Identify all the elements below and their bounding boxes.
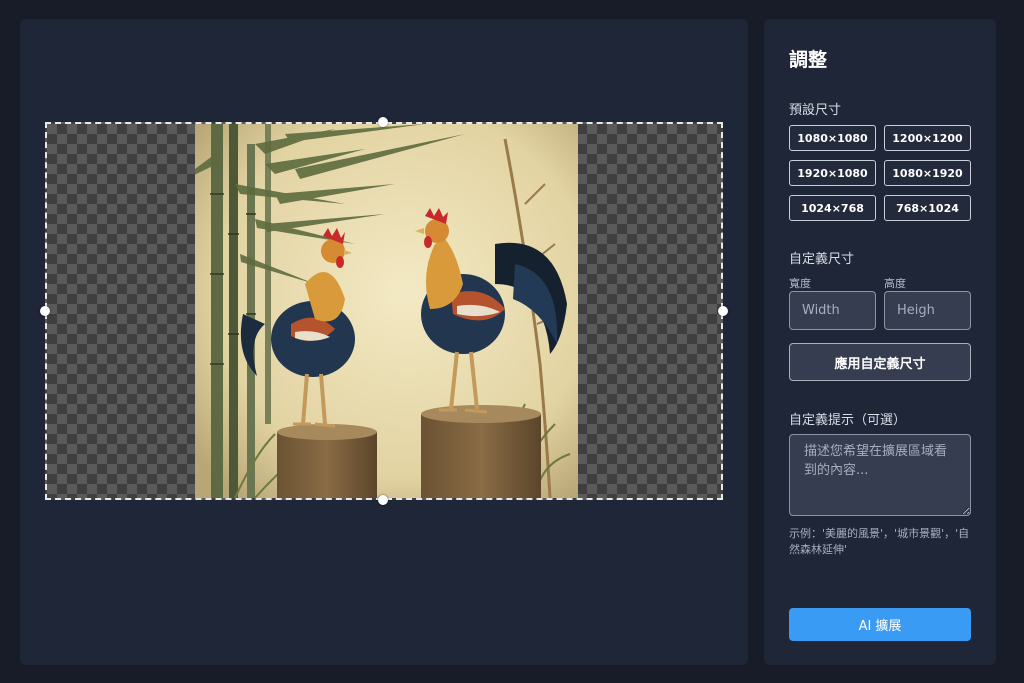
preset-size-label: 預設尺寸: [789, 103, 842, 118]
resize-handle-left[interactable]: [40, 306, 50, 316]
ai-expand-button[interactable]: AI 擴展: [789, 608, 971, 641]
custom-prompt-label: 自定義提示（可選）: [789, 413, 907, 428]
width-input[interactable]: [789, 291, 876, 330]
preset-1920x1080-button[interactable]: 1920×1080: [789, 160, 876, 186]
preset-1024x768-button[interactable]: 1024×768: [789, 195, 876, 221]
canvas-panel: [20, 19, 748, 665]
height-input[interactable]: [884, 291, 971, 330]
panel-title: 調整: [789, 49, 828, 71]
apply-custom-size-button[interactable]: 應用自定義尺寸: [789, 343, 971, 381]
source-image: [195, 124, 578, 498]
preset-768x1024-button[interactable]: 768×1024: [884, 195, 971, 221]
height-label: 高度: [884, 277, 906, 290]
prompt-example-hint: 示例：'美麗的風景'，'城市景觀'，'自然森林延伸': [789, 527, 970, 556]
resize-handle-top[interactable]: [378, 117, 388, 127]
custom-prompt-textarea[interactable]: [789, 434, 971, 516]
preset-1080x1920-button[interactable]: 1080×1920: [884, 160, 971, 186]
resize-handle-bottom[interactable]: [378, 495, 388, 505]
preset-1080x1080-button[interactable]: 1080×1080: [789, 125, 876, 151]
custom-size-label: 自定義尺寸: [789, 252, 855, 267]
adjust-panel: 調整 預設尺寸 1080×1080 1200×1200 1920×1080 10…: [764, 19, 996, 665]
expand-frame[interactable]: [45, 122, 723, 500]
preset-1200x1200-button[interactable]: 1200×1200: [884, 125, 971, 151]
resize-handle-right[interactable]: [718, 306, 728, 316]
width-label: 寬度: [789, 277, 811, 290]
